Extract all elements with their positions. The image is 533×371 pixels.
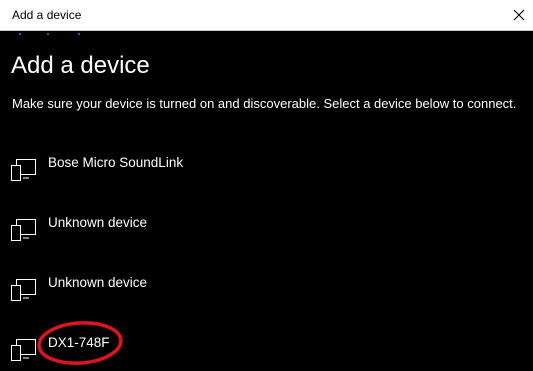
device-name: Unknown device	[48, 275, 148, 290]
device-list-item[interactable]: Unknown device	[0, 265, 533, 315]
add-device-window: Add a device Add a device Make sure your…	[0, 0, 533, 371]
device-icon	[11, 339, 36, 361]
device-icon	[11, 279, 36, 301]
device-name: DX1-748F	[48, 335, 110, 350]
close-button[interactable]	[505, 0, 533, 30]
instructions-text: Make sure your device is turned on and d…	[12, 96, 517, 111]
device-icon	[11, 219, 36, 241]
device-name: Unknown device	[48, 215, 148, 230]
window-title: Add a device	[12, 8, 82, 22]
device-list-item[interactable]: Bose Micro SoundLink	[0, 145, 533, 195]
progress-dot	[78, 33, 80, 35]
device-list-item[interactable]: Unknown device	[0, 205, 533, 255]
progress-indicator	[0, 31, 533, 37]
progress-dot	[47, 33, 49, 35]
progress-dot	[19, 33, 21, 35]
page-title: Add a device	[11, 52, 150, 79]
title-bar: Add a device	[0, 0, 533, 31]
close-icon	[513, 9, 525, 21]
device-list-item[interactable]: DX1-748F	[0, 325, 533, 371]
device-name: Bose Micro SoundLink	[48, 155, 184, 170]
device-icon	[11, 159, 36, 181]
